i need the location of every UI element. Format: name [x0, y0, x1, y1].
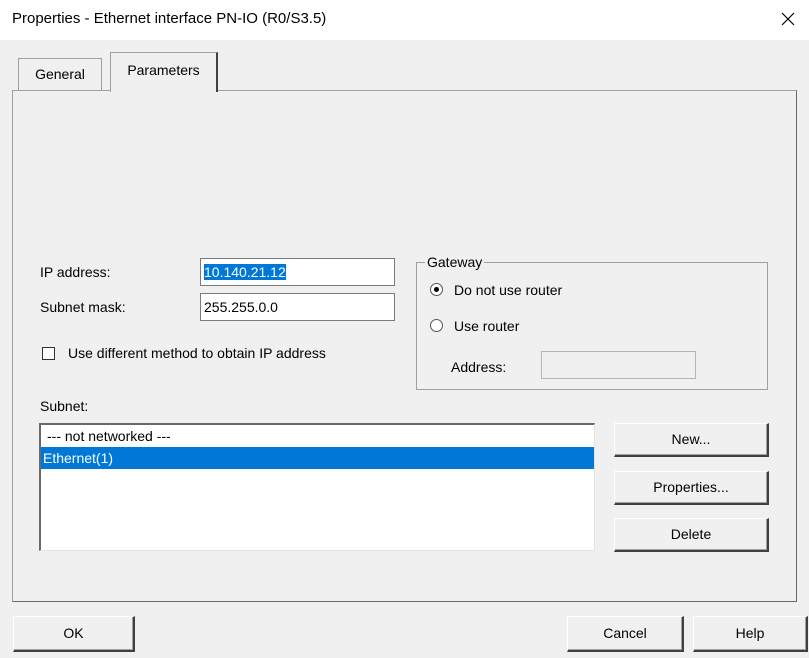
ok-button[interactable]: OK	[13, 616, 135, 652]
use-router-label: Use router	[454, 318, 520, 334]
subnet-mask-label: Subnet mask:	[40, 299, 126, 315]
subnet-mask-value: 255.255.0.0	[204, 299, 278, 315]
close-button[interactable]	[770, 4, 806, 34]
list-item[interactable]: --- not networked ---	[41, 425, 594, 447]
help-button[interactable]: Help	[693, 616, 808, 652]
different-method-checkbox[interactable]	[42, 347, 55, 360]
router-address-label: Address:	[451, 359, 507, 375]
ip-address-label: IP address:	[40, 264, 111, 280]
tab-general[interactable]: General	[18, 58, 102, 90]
subnet-properties-button[interactable]: Properties...	[614, 471, 769, 505]
do-not-use-router-label: Do not use router	[454, 282, 563, 298]
cancel-button[interactable]: Cancel	[567, 616, 684, 652]
use-router-radio[interactable]	[430, 319, 443, 332]
subnet-mask-field[interactable]: 255.255.0.0	[200, 293, 395, 321]
window-title: Properties - Ethernet interface PN-IO (R…	[12, 10, 327, 27]
list-item[interactable]: Ethernet(1)	[41, 447, 594, 469]
gateway-legend: Gateway	[425, 254, 485, 270]
title-bar: Properties - Ethernet interface PN-IO (R…	[0, 0, 809, 40]
tab-parameters[interactable]: Parameters	[110, 52, 218, 92]
subnet-label: Subnet:	[40, 398, 89, 414]
ip-address-field[interactable]: 10.140.21.12	[200, 258, 395, 286]
delete-subnet-button[interactable]: Delete	[614, 518, 769, 552]
new-subnet-button[interactable]: New...	[614, 423, 769, 457]
close-icon	[781, 12, 795, 26]
ip-address-value: 10.140.21.12	[204, 264, 286, 280]
subnet-list[interactable]: --- not networked --- Ethernet(1)	[39, 423, 595, 551]
do-not-use-router-radio[interactable]	[430, 283, 443, 296]
router-address-field[interactable]	[541, 351, 696, 379]
different-method-label: Use different method to obtain IP addres…	[68, 345, 326, 361]
